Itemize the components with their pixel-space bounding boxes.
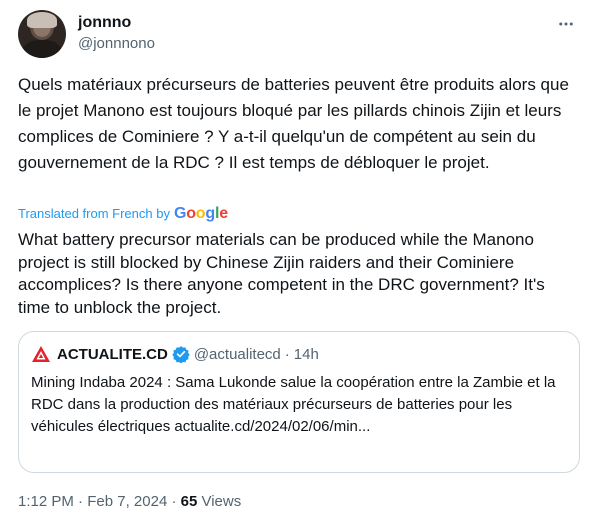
more-button[interactable] — [552, 12, 580, 36]
tweet-time[interactable]: 1:12 PM — [18, 493, 74, 510]
quoted-tweet[interactable]: ACTUALITE.CD @actualitecd · 14h Mining I… — [18, 331, 580, 473]
footer-separator-2: · — [171, 493, 177, 510]
quoted-timestamp[interactable]: 14h — [294, 346, 319, 363]
avatar[interactable] — [18, 10, 66, 58]
author-handle[interactable]: @jonnnono — [78, 34, 155, 54]
quoted-tweet-header: ACTUALITE.CD @actualitecd · 14h — [31, 344, 567, 364]
translation-attribution[interactable]: Translated from French by Google — [18, 205, 228, 223]
avatar-coat — [22, 40, 62, 58]
footer-separator: · — [78, 493, 84, 510]
views-label: Views — [201, 493, 242, 510]
views-count[interactable]: 65 — [181, 493, 198, 510]
actualite-logo-icon — [32, 346, 50, 362]
quoted-separator: · — [284, 345, 290, 363]
tweet-card: jonnno @jonnnono Quels matériaux précurs… — [0, 0, 598, 525]
tweet-header: jonnno @jonnnono — [18, 10, 580, 60]
quoted-tweet-text: Mining Indaba 2024 : Sama Lukonde salue … — [31, 374, 556, 435]
avatar-hat — [27, 12, 57, 28]
quoted-author-handle[interactable]: @actualitecd — [194, 346, 281, 363]
tweet-translated-text: What battery precursor materials can be … — [18, 230, 545, 317]
tweet-original-text: Quels matériaux précurseurs de batteries… — [18, 75, 569, 172]
translation-label: Translated from French by — [18, 206, 170, 221]
verified-badge-icon — [172, 346, 190, 363]
author-display-name[interactable]: jonnno — [78, 13, 155, 33]
more-horizontal-icon — [559, 22, 573, 26]
author-names: jonnno @jonnnono — [78, 13, 155, 54]
quoted-author-name[interactable]: ACTUALITE.CD — [57, 346, 168, 363]
tweet-footer: 1:12 PM · Feb 7, 2024 · 65 Views — [18, 492, 241, 512]
tweet-date[interactable]: Feb 7, 2024 — [87, 493, 167, 510]
google-logo-icon: Google — [173, 205, 228, 222]
